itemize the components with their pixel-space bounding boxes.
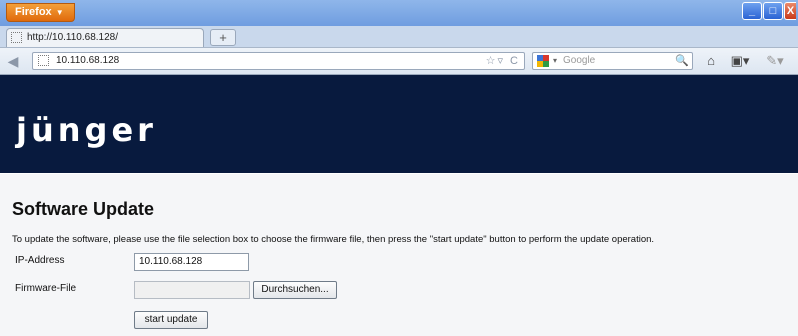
site-identity-icon [38,55,49,66]
firefox-menu-label: Firefox [15,6,52,18]
firmware-file-label: Firmware-File [15,283,77,294]
window-controls: _ □ X [742,2,796,20]
bookmark-star-icon[interactable]: ☆▿ C [486,53,520,69]
addon-icon[interactable]: ✎▾ [763,52,787,70]
search-placeholder: Google [563,55,596,66]
back-arrow-icon[interactable]: ◀ [4,52,22,70]
close-button[interactable]: X [784,2,796,20]
search-icon[interactable]: 🔍 [675,54,689,67]
firefox-menu-button[interactable]: Firefox ▼ [6,3,75,22]
junger-logo: jünger [16,111,157,149]
page-title: Software Update [12,199,155,219]
browser-tab[interactable]: http://10.110.68.128/ [6,28,204,47]
ip-address-field[interactable]: 10.110.68.128 [134,253,249,271]
window-titlebar: Firefox ▼ _ □ X [0,0,798,26]
new-tab-button[interactable]: + [210,29,236,46]
page-favicon-icon [11,32,22,43]
maximize-button[interactable]: □ [763,2,783,20]
firmware-file-field[interactable] [134,281,250,299]
engine-dropdown-icon[interactable]: ▾ [553,53,557,69]
bookmarks-menu-icon[interactable]: ▣▾ [727,52,753,70]
address-bar[interactable]: 10.110.68.128 ☆▿ C [32,52,525,70]
tab-strip: http://10.110.68.128/ + [0,26,798,48]
home-icon[interactable]: ⌂ [702,52,720,70]
tab-title: http://10.110.68.128/ [27,32,119,43]
navigation-toolbar: ◀ 10.110.68.128 ☆▿ C ▾ Google 🔍 ⌂ ▣▾ ✎▾ [0,48,798,75]
google-engine-icon[interactable] [537,55,550,67]
url-text[interactable]: 10.110.68.128 [56,53,119,69]
start-update-button[interactable]: start update [134,311,208,329]
instructions-text: To update the software, please use the f… [12,234,655,245]
browse-button[interactable]: Durchsuchen... [253,281,337,299]
search-bar[interactable]: ▾ Google 🔍 [532,52,693,70]
chevron-down-icon: ▼ [55,8,64,17]
ip-address-label: IP-Address [15,255,65,266]
minimize-button[interactable]: _ [742,2,762,20]
